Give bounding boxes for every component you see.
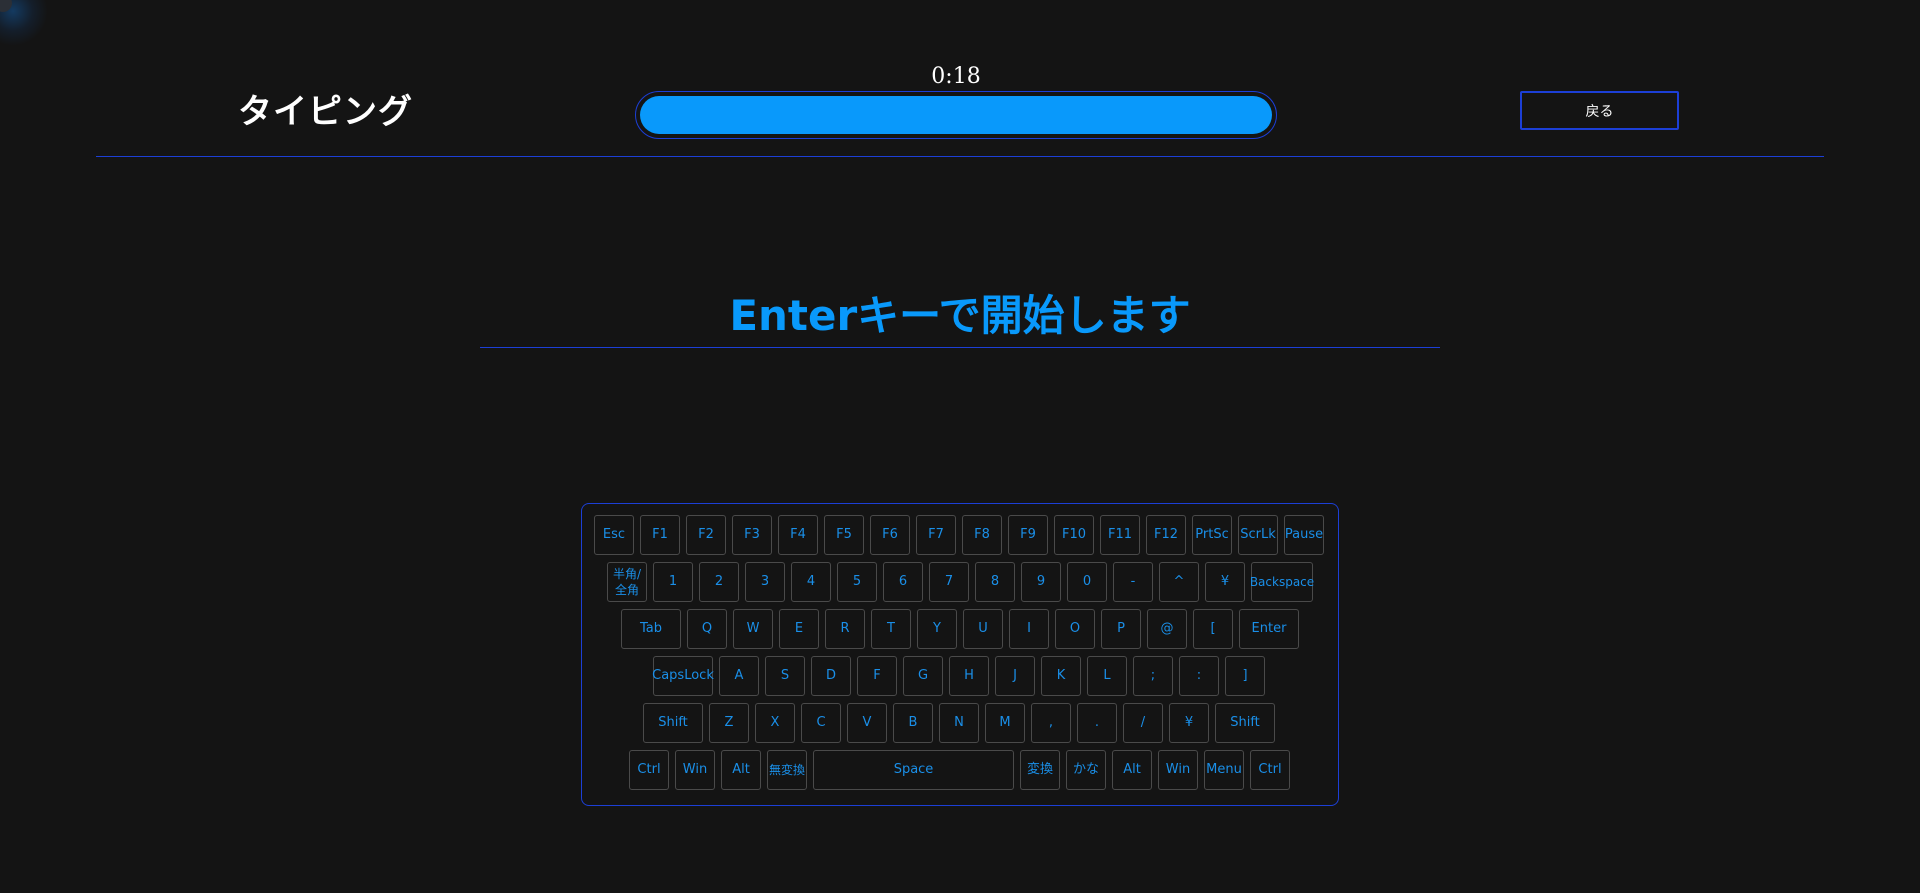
key-tab[interactable]: Tab: [621, 609, 681, 649]
virtual-keyboard: Esc F1 F2 F3 F4 F5 F6 F7 F8 F9 F10 F11 F…: [581, 503, 1339, 806]
key-yen[interactable]: ¥: [1205, 562, 1245, 602]
keyboard-row-bottom: Shift Z X C V B N M , . / ¥ Shift: [582, 703, 1340, 743]
key-at[interactable]: @: [1147, 609, 1187, 649]
header: タイピング 0:18 戻る: [96, 0, 1824, 157]
key-f6[interactable]: F6: [870, 515, 910, 555]
key-i[interactable]: I: [1009, 609, 1049, 649]
key-z[interactable]: Z: [709, 703, 749, 743]
key-colon[interactable]: :: [1179, 656, 1219, 696]
key-f3[interactable]: F3: [732, 515, 772, 555]
key-5[interactable]: 5: [837, 562, 877, 602]
key-6[interactable]: 6: [883, 562, 923, 602]
keyboard-row-top: Tab Q W E R T Y U I O P @ [ Enter: [582, 609, 1340, 649]
key-kana[interactable]: かな: [1066, 750, 1106, 790]
key-pause[interactable]: Pause: [1284, 515, 1324, 555]
key-0[interactable]: 0: [1067, 562, 1107, 602]
key-slash[interactable]: /: [1123, 703, 1163, 743]
key-prtsc[interactable]: PrtSc: [1192, 515, 1232, 555]
key-c[interactable]: C: [801, 703, 841, 743]
key-bracket-right[interactable]: ]: [1225, 656, 1265, 696]
key-menu[interactable]: Menu: [1204, 750, 1244, 790]
key-v[interactable]: V: [847, 703, 887, 743]
key-esc[interactable]: Esc: [594, 515, 634, 555]
key-k[interactable]: K: [1041, 656, 1081, 696]
key-enter[interactable]: Enter: [1239, 609, 1299, 649]
time-progress-bar: [635, 91, 1277, 139]
key-7[interactable]: 7: [929, 562, 969, 602]
key-u[interactable]: U: [963, 609, 1003, 649]
key-1[interactable]: 1: [653, 562, 693, 602]
key-3[interactable]: 3: [745, 562, 785, 602]
key-f4[interactable]: F4: [778, 515, 818, 555]
key-alt-right[interactable]: Alt: [1112, 750, 1152, 790]
key-9[interactable]: 9: [1021, 562, 1061, 602]
key-m[interactable]: M: [985, 703, 1025, 743]
key-2[interactable]: 2: [699, 562, 739, 602]
key-8[interactable]: 8: [975, 562, 1015, 602]
key-f7[interactable]: F7: [916, 515, 956, 555]
key-4[interactable]: 4: [791, 562, 831, 602]
key-alt-left[interactable]: Alt: [721, 750, 761, 790]
key-w[interactable]: W: [733, 609, 773, 649]
start-prompt: Enterキーで開始します: [480, 284, 1440, 348]
key-f10[interactable]: F10: [1054, 515, 1094, 555]
key-caret[interactable]: ^: [1159, 562, 1199, 602]
key-ctrl-right[interactable]: Ctrl: [1250, 750, 1290, 790]
keyboard-row-modifier: Ctrl Win Alt 無変換 Space 変換 かな Alt Win Men…: [582, 750, 1340, 790]
key-bracket-left[interactable]: [: [1193, 609, 1233, 649]
key-s[interactable]: S: [765, 656, 805, 696]
key-win-right[interactable]: Win: [1158, 750, 1198, 790]
key-backspace[interactable]: Backspace: [1250, 562, 1314, 602]
key-r[interactable]: R: [825, 609, 865, 649]
key-x[interactable]: X: [755, 703, 795, 743]
page-title: タイピング: [238, 92, 413, 132]
key-e[interactable]: E: [779, 609, 819, 649]
key-hankaku-zenkaku[interactable]: 半角/ 全角: [607, 562, 647, 602]
key-f1[interactable]: F1: [640, 515, 680, 555]
key-f9[interactable]: F9: [1008, 515, 1048, 555]
key-b[interactable]: B: [893, 703, 933, 743]
key-henkan[interactable]: 変換: [1020, 750, 1060, 790]
key-f12[interactable]: F12: [1146, 515, 1186, 555]
back-button[interactable]: 戻る: [1520, 91, 1679, 130]
key-y[interactable]: Y: [917, 609, 957, 649]
key-space[interactable]: Space: [813, 750, 1014, 790]
key-a[interactable]: A: [719, 656, 759, 696]
key-q[interactable]: Q: [687, 609, 727, 649]
key-p[interactable]: P: [1101, 609, 1141, 649]
key-comma[interactable]: ,: [1031, 703, 1071, 743]
key-o[interactable]: O: [1055, 609, 1095, 649]
keyboard-row-number: 半角/ 全角 1 2 3 4 5 6 7 8 9 0 - ^ ¥ Backspa…: [582, 562, 1340, 602]
key-g[interactable]: G: [903, 656, 943, 696]
key-minus[interactable]: -: [1113, 562, 1153, 602]
key-period[interactable]: .: [1077, 703, 1117, 743]
time-progress-fill: [640, 96, 1272, 134]
key-d[interactable]: D: [811, 656, 851, 696]
key-l[interactable]: L: [1087, 656, 1127, 696]
key-f8[interactable]: F8: [962, 515, 1002, 555]
key-ctrl-left[interactable]: Ctrl: [629, 750, 669, 790]
key-yen-lower[interactable]: ¥: [1169, 703, 1209, 743]
key-t[interactable]: T: [871, 609, 911, 649]
key-muhenkan[interactable]: 無変換: [767, 750, 807, 790]
typing-page: タイピング 0:18 戻る Enterキーで開始します Esc F1 F2 F3…: [0, 0, 1920, 893]
key-scrlk[interactable]: ScrLk: [1238, 515, 1278, 555]
key-f2[interactable]: F2: [686, 515, 726, 555]
keyboard-row-home: CapsLock A S D F G H J K L ; : ]: [582, 656, 1340, 696]
key-n[interactable]: N: [939, 703, 979, 743]
key-shift-left[interactable]: Shift: [643, 703, 703, 743]
key-f[interactable]: F: [857, 656, 897, 696]
key-win-left[interactable]: Win: [675, 750, 715, 790]
key-f5[interactable]: F5: [824, 515, 864, 555]
key-h[interactable]: H: [949, 656, 989, 696]
key-shift-right[interactable]: Shift: [1215, 703, 1275, 743]
timer-display: 0:18: [931, 64, 981, 89]
key-capslock[interactable]: CapsLock: [652, 656, 714, 696]
key-f11[interactable]: F11: [1100, 515, 1140, 555]
keyboard-row-function: Esc F1 F2 F3 F4 F5 F6 F7 F8 F9 F10 F11 F…: [582, 515, 1340, 555]
key-semicolon[interactable]: ;: [1133, 656, 1173, 696]
key-j[interactable]: J: [995, 656, 1035, 696]
